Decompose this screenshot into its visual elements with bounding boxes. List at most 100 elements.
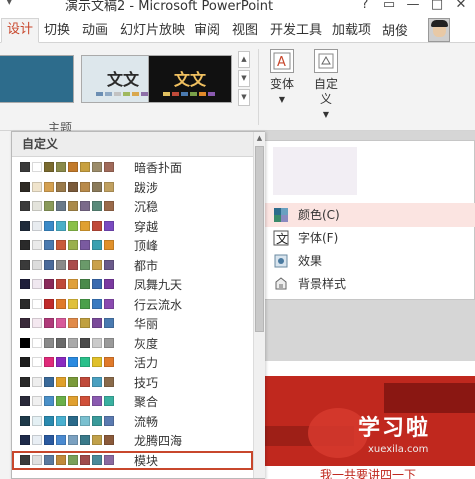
menu-item-background-styles[interactable]: 背景样式 [265, 272, 475, 296]
font-icon: 文 [273, 230, 289, 246]
color-swatch [104, 298, 114, 309]
color-scheme-item[interactable]: 行云流水 [12, 295, 253, 315]
color-scheme-item[interactable]: 灰度 [12, 334, 253, 354]
color-swatch [44, 201, 54, 211]
scrollbar-thumb[interactable] [255, 146, 264, 332]
color-scheme-name: 华丽 [134, 317, 159, 331]
minimize-button[interactable]: — [401, 0, 425, 15]
color-swatches [20, 454, 114, 465]
color-scheme-item[interactable]: 跋涉 [12, 178, 253, 198]
color-swatch [32, 318, 42, 328]
tab-design[interactable]: 设计 [1, 18, 40, 43]
color-swatch [104, 396, 114, 406]
color-swatch [44, 376, 54, 387]
menu-item-colors[interactable]: 颜色(C) [265, 203, 475, 227]
color-swatch [20, 298, 30, 309]
color-scheme-item[interactable]: 华丽 [12, 314, 253, 334]
color-swatch [20, 415, 30, 426]
theme-thumbnail-3[interactable]: 文文 [148, 55, 232, 103]
color-swatch [56, 279, 66, 289]
color-swatch [56, 415, 66, 426]
tab-transitions[interactable]: 切换 [44, 20, 70, 42]
color-scheme-name: 行云流水 [134, 297, 183, 312]
color-swatch [92, 357, 102, 367]
color-swatch [56, 396, 66, 406]
theme-thumbnail-text: 文文 [173, 70, 206, 89]
color-swatch [44, 396, 54, 406]
color-swatch [104, 162, 114, 172]
color-scheme-name: 凤舞九天 [134, 278, 183, 292]
close-button[interactable]: ✕ [449, 0, 473, 15]
color-swatches [20, 318, 114, 328]
color-swatch [92, 201, 102, 211]
tab-animations[interactable]: 动画 [82, 20, 108, 42]
variant-preview[interactable] [273, 147, 357, 195]
color-swatch [56, 220, 66, 231]
color-swatch [68, 181, 78, 192]
color-swatch [56, 259, 66, 270]
gallery-up-icon[interactable]: ▲ [238, 51, 250, 68]
tab-addins[interactable]: 加载项 [332, 20, 371, 42]
help-icon[interactable]: ? [353, 0, 377, 15]
color-scheme-item[interactable]: 沉稳 [12, 197, 253, 217]
color-scheme-item[interactable]: 凤舞九天 [12, 275, 253, 295]
tab-view[interactable]: 视图 [232, 20, 258, 42]
color-scheme-popup: 自定义 暗香扑面 跋涉 沉稳 穿越 顶峰 都市 凤舞九天 行云流水 华丽 灰度 活力 技巧 聚合 流畅 龙腾… [11, 131, 265, 479]
color-swatch [20, 376, 30, 387]
color-scheme-item[interactable]: 都市 [12, 256, 253, 276]
color-swatch [68, 220, 78, 231]
quick-access-toolbar[interactable]: ▾ [6, 0, 13, 9]
variant-button[interactable]: A 变体 ▼ [266, 49, 298, 104]
watermark-brand: 学习啦 [358, 416, 431, 441]
ribbon-display-icon[interactable]: ▭ [377, 0, 401, 15]
tab-slideshow[interactable]: 幻灯片放映 [120, 20, 185, 42]
color-scheme-item[interactable]: 活力 [12, 353, 253, 373]
color-swatch [92, 435, 102, 445]
watermark-url: xuexila.com [368, 444, 429, 455]
color-scheme-name: 技巧 [134, 375, 159, 390]
gallery-down-icon[interactable]: ▼ [238, 70, 250, 87]
color-swatches [20, 396, 114, 406]
avatar-hair [431, 20, 448, 27]
user-name[interactable]: 胡俊 [382, 20, 408, 39]
avatar[interactable] [428, 18, 450, 42]
color-scheme-item[interactable]: 流畅 [12, 412, 253, 432]
color-swatch [32, 415, 42, 426]
color-swatch [80, 318, 90, 328]
color-swatch [104, 220, 114, 231]
color-swatch [80, 376, 90, 387]
color-swatch [20, 259, 30, 270]
menu-item-fonts[interactable]: 文 字体(F) [265, 226, 475, 250]
ribbon: 文文 文文 ▲ ▼ ▼ 主题 A 变体 ▼ 自定义 ▼ [0, 43, 475, 135]
color-scheme-item[interactable]: 模块 [12, 450, 253, 470]
color-swatch [92, 298, 102, 309]
gallery-more-icon[interactable]: ▼ [238, 89, 250, 106]
color-swatch [32, 220, 42, 231]
theme-thumbnail-1[interactable] [0, 55, 74, 103]
color-swatch [32, 454, 42, 465]
tab-review[interactable]: 审阅 [194, 20, 220, 42]
menu-item-effects[interactable]: 效果 [265, 249, 475, 273]
color-scheme-item[interactable]: 暗香扑面 [12, 158, 253, 178]
color-swatch [32, 435, 42, 445]
maximize-button[interactable]: □ [425, 0, 449, 15]
color-scheme-item[interactable]: 聚合 [12, 392, 253, 412]
color-scheme-item[interactable]: 技巧 [12, 373, 253, 393]
popup-scrollbar[interactable]: ▲ [253, 132, 265, 478]
color-scheme-item[interactable]: 顶峰 [12, 236, 253, 256]
variant-label: 变体 [269, 77, 294, 91]
color-swatch [68, 162, 78, 172]
customize-button[interactable]: 自定义 ▼ [310, 49, 342, 119]
color-scheme-item[interactable]: 穿越 [12, 217, 253, 237]
theme-gallery-scroll[interactable]: ▲ ▼ ▼ [238, 51, 250, 107]
scroll-up-icon[interactable]: ▲ [254, 132, 265, 144]
color-scheme-item[interactable]: 龙腾四海 [12, 431, 253, 451]
tab-developer[interactable]: 开发工具 [270, 20, 322, 42]
color-swatch [80, 435, 90, 445]
color-swatch [44, 240, 54, 250]
color-swatch [80, 181, 90, 192]
color-swatch [80, 357, 90, 367]
color-swatch [56, 337, 66, 348]
color-swatch [56, 357, 66, 367]
color-swatch [104, 240, 114, 250]
